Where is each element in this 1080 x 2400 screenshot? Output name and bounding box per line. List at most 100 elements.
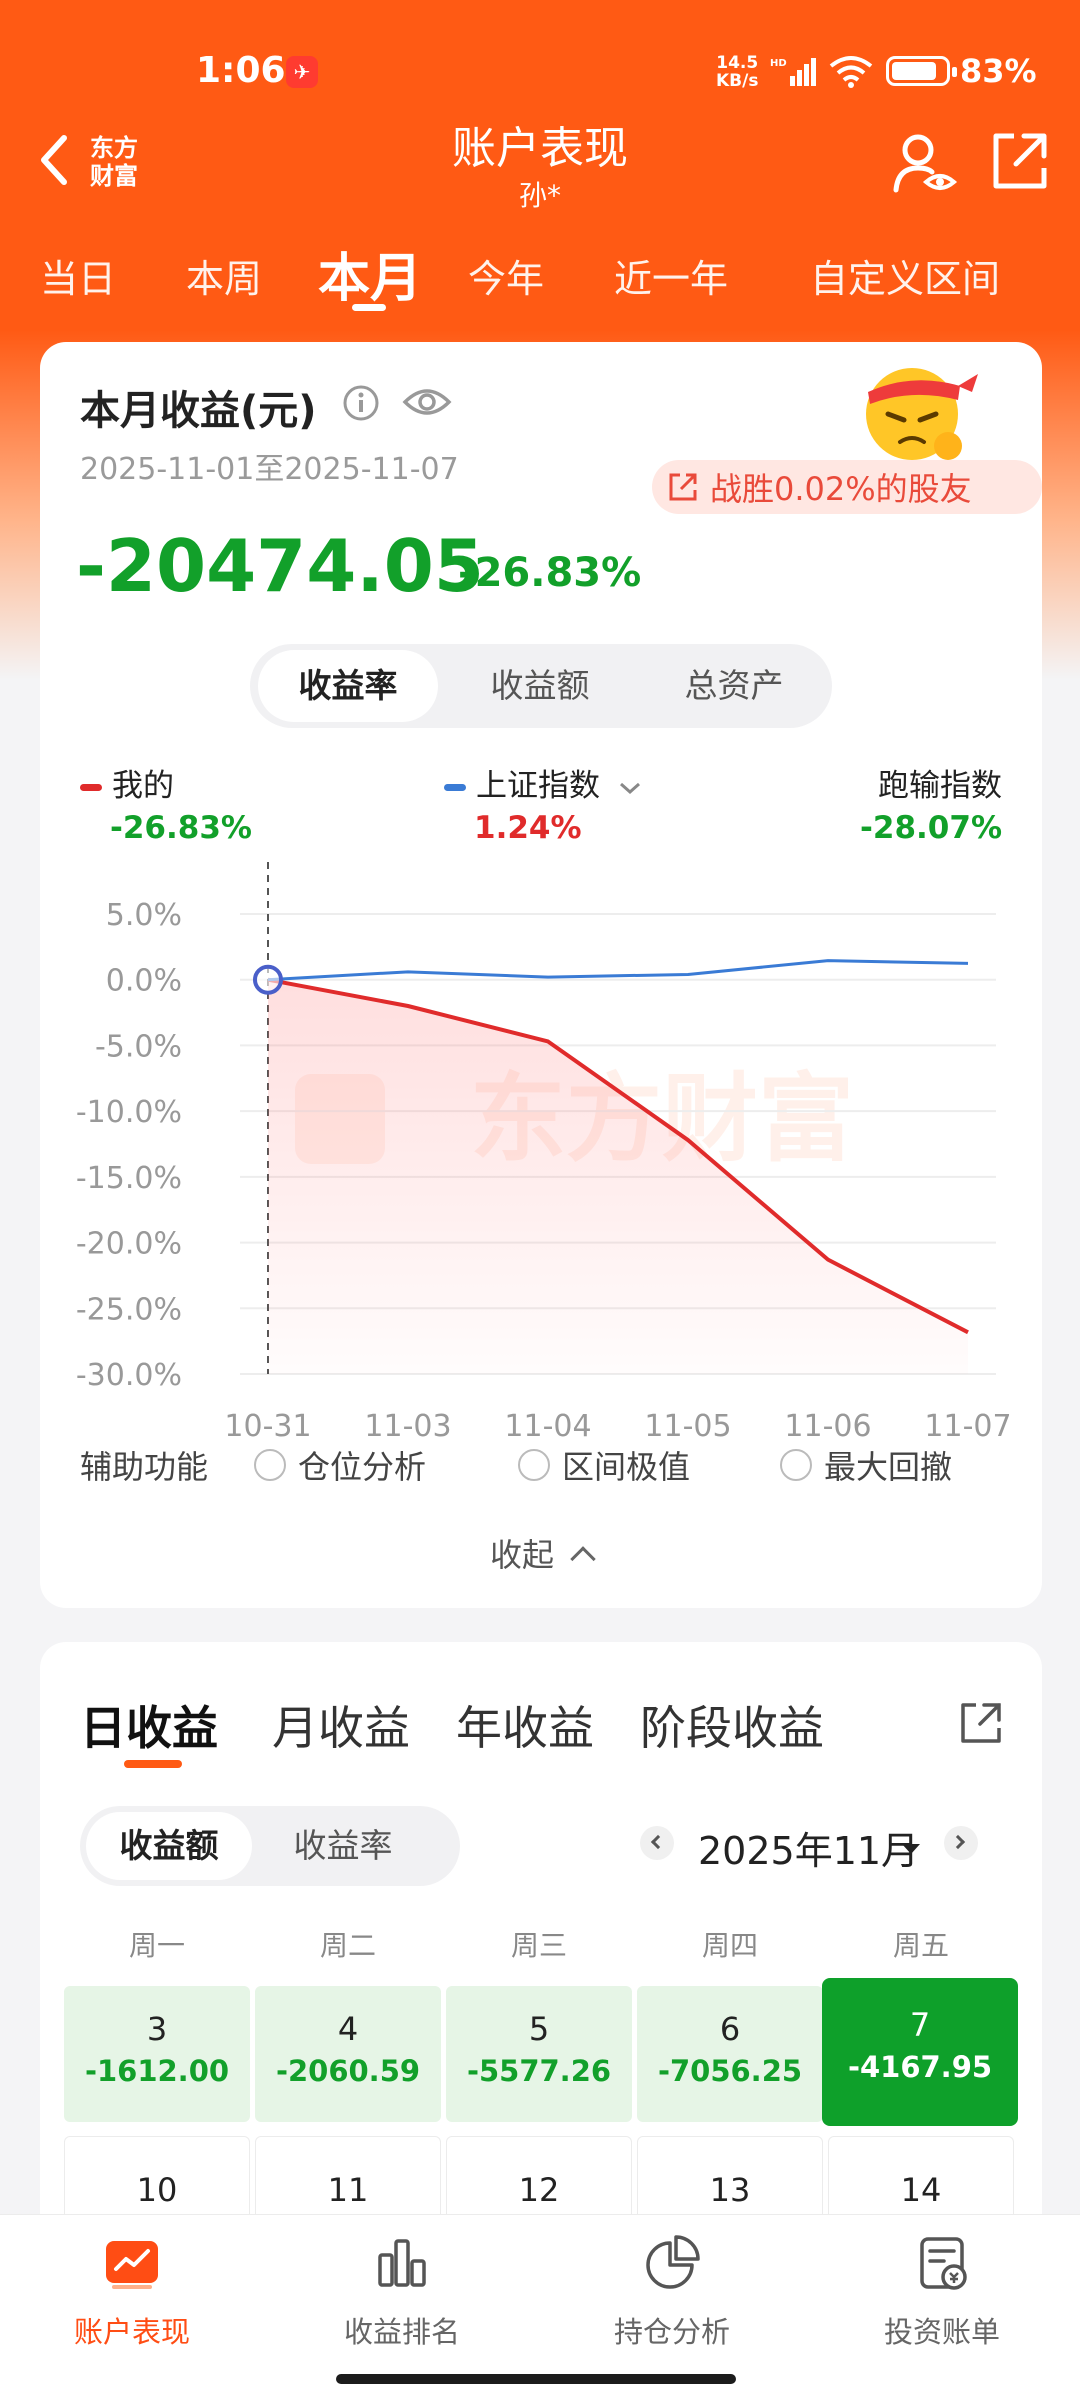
calendar-day-selected[interactable]: 7 -4167.95 (822, 1978, 1018, 2126)
y-tick-label: -15.0% (76, 1161, 182, 1196)
aux-position-analysis[interactable]: 仓位分析 (254, 1442, 426, 1488)
nav-profit-ranking[interactable]: 收益排名 (302, 2233, 502, 2351)
y-tick-label: 5.0% (106, 898, 182, 933)
net-type-label: HD (770, 58, 787, 69)
date-range: 2025-11-01至2025-11-07 (80, 452, 459, 487)
y-tick-label: 0.0% (106, 964, 182, 999)
legend-loser: 跑输指数 -28.07% (860, 760, 1002, 846)
bar-chart-icon (378, 2239, 426, 2287)
x-tick-label: 10-31 (224, 1409, 311, 1444)
info-icon[interactable] (342, 384, 380, 422)
notification-icon: ✈ (286, 56, 318, 88)
eye-icon[interactable] (402, 382, 452, 422)
day-number: 6 (719, 2010, 741, 2048)
nav-label: 账户表现 (73, 2315, 190, 2349)
prev-month-button[interactable] (640, 1826, 674, 1860)
weekday-thu: 周四 (701, 1929, 758, 1962)
signal-icon: HD (770, 58, 816, 86)
x-tick-label: 11-05 (644, 1409, 731, 1444)
bill-icon (920, 2237, 967, 2290)
nav-investment-bill[interactable]: 投资账单 (842, 2233, 1042, 2351)
aux-max-drawdown[interactable]: 最大回撤 (780, 1442, 952, 1488)
status-time: 1:06 (196, 50, 286, 91)
aux-option-label: 最大回撤 (824, 1448, 953, 1486)
mascot-emoji-icon (866, 368, 978, 460)
calendar-metric-segment: 收益额 收益率 (80, 1806, 460, 1886)
tab-week[interactable]: 本周 (186, 248, 262, 303)
app-header: 东方 财富 账户表现 孙* (0, 100, 1080, 220)
day-profit: -5577.26 (466, 2054, 612, 2088)
y-tick-label: -30.0% (76, 1358, 182, 1393)
legend-index-swatch (444, 784, 466, 791)
legend-loser-value: -28.07% (860, 810, 1002, 846)
user-visibility-icon[interactable] (890, 128, 960, 198)
tab-daily-profit[interactable]: 日收益 (80, 1692, 218, 1758)
tab-indicator (124, 1760, 182, 1768)
day-number: 3 (146, 2010, 168, 2048)
calendar-day[interactable]: 5 -5577.26 (446, 1986, 632, 2122)
next-month-button[interactable] (944, 1826, 978, 1860)
calendar-day[interactable]: 3 -1612.00 (64, 1986, 250, 2122)
aux-option-label: 区间极值 (562, 1448, 691, 1486)
segment-rate[interactable]: 收益率 (260, 1806, 426, 1886)
day-number: 11 (327, 2171, 369, 2209)
wifi-icon (829, 56, 873, 88)
battery-level: 83% (960, 52, 1037, 90)
tab-month[interactable]: 本月 (318, 236, 422, 311)
segment-return-rate[interactable]: 收益率 (258, 650, 438, 722)
weekday-tue: 周二 (319, 1929, 376, 1962)
beat-friends-badge[interactable]: 战胜0.02%的股友 (652, 460, 1042, 514)
radio-icon (518, 1449, 550, 1481)
tab-year[interactable]: 今年 (468, 248, 544, 303)
data-point-marker (253, 964, 283, 995)
profit-amount: -20474.05 (76, 524, 484, 608)
y-tick-label: -5.0% (95, 1029, 182, 1064)
legend-index-name: 上证指数 (476, 768, 600, 804)
nav-label: 收益排名 (343, 2315, 460, 2349)
share-icon[interactable] (988, 130, 1050, 192)
net-speed: 14.5 KB/s (716, 54, 758, 90)
aux-option-label: 仓位分析 (298, 1448, 427, 1486)
tab-last-year[interactable]: 近一年 (614, 248, 728, 303)
tab-custom-range[interactable]: 自定义区间 (810, 248, 1000, 303)
tab-monthly-profit[interactable]: 月收益 (272, 1692, 410, 1758)
day-number: 10 (136, 2171, 178, 2209)
home-indicator[interactable] (336, 2374, 736, 2384)
aux-range-extremes[interactable]: 区间极值 (518, 1442, 690, 1488)
chevron-right-icon (950, 1834, 966, 1850)
collapse-button[interactable]: 收起 (40, 1530, 1042, 1576)
radio-icon (254, 1449, 286, 1481)
calendar-day[interactable]: 4 -2060.59 (255, 1986, 441, 2122)
legend-mine-name: 我的 (112, 768, 174, 804)
segment-amount[interactable]: 收益额 (86, 1812, 252, 1880)
x-tick-label: 11-04 (504, 1409, 591, 1444)
tab-yearly-profit[interactable]: 年收益 (456, 1692, 594, 1758)
performance-chart[interactable]: 东方财富5.0%0.0%-5.0%-10.0%-15.0%-20.0%-25.0… (40, 862, 1042, 1762)
day-profit: -4167.95 (847, 2050, 993, 2084)
share-icon (669, 473, 697, 501)
tab-today[interactable]: 当日 (40, 248, 116, 303)
x-tick-label: 11-06 (784, 1409, 871, 1444)
share-icon[interactable] (958, 1700, 1004, 1746)
nav-holding-analysis[interactable]: 持仓分析 (572, 2233, 772, 2351)
legend-index[interactable]: 上证指数 1.24% (444, 760, 642, 846)
month-selector[interactable]: 2025年11月 (698, 1820, 919, 1873)
collapse-label: 收起 (489, 1536, 554, 1574)
segment-total-assets[interactable]: 总资产 (644, 644, 824, 728)
y-tick-label: -25.0% (76, 1292, 182, 1327)
summary-card: 本月收益(元) 2025-11-01至2025-11-07 战胜0.02%的股友… (40, 342, 1042, 1608)
chevron-left-icon (650, 1834, 666, 1850)
series-line-1 (267, 959, 969, 982)
day-profit: -2060.59 (275, 2054, 421, 2088)
calendar-day[interactable]: 6 -7056.25 (637, 1986, 823, 2122)
battery-icon (886, 56, 957, 86)
nav-label: 投资账单 (883, 2315, 1000, 2349)
segment-return-amount[interactable]: 收益额 (450, 644, 630, 728)
tab-stage-profit[interactable]: 阶段收益 (640, 1692, 824, 1758)
summary-title: 本月收益(元) (80, 388, 317, 434)
weekday-mon: 周一 (128, 1929, 185, 1962)
dropdown-caret-icon[interactable] (902, 1844, 920, 1854)
trend-icon (106, 2241, 158, 2289)
nav-account-performance[interactable]: 账户表现 (32, 2233, 232, 2351)
day-profit: -1612.00 (84, 2054, 230, 2088)
